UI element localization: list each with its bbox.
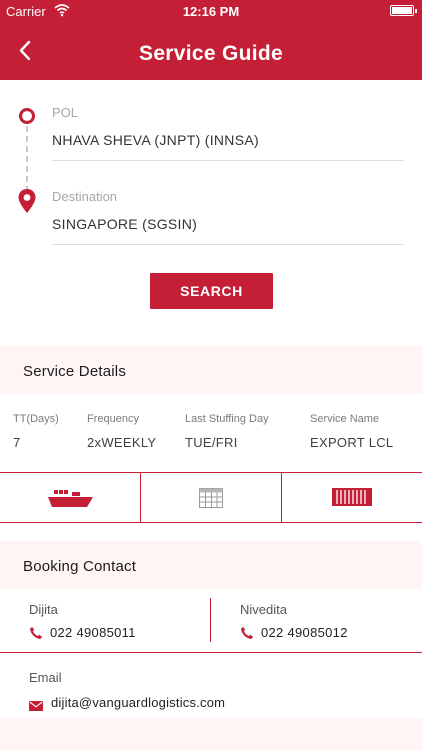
route-connector [26,126,28,192]
contact-phone-link[interactable]: 022 49085012 [261,625,348,640]
battery-icon [390,5,417,16]
frequency-label: Frequency [87,413,139,425]
service-icon-bar [0,473,422,523]
destination-field[interactable]: SINGAPORE (SGSIN) [52,216,197,232]
email-link[interactable]: dijita@vanguardlogistics.com [51,695,225,710]
calendar-grid-icon [199,488,223,513]
divider [0,652,422,653]
contact-divider [210,598,211,642]
location-pin-icon [17,188,37,214]
search-button[interactable]: SEARCH [150,273,273,309]
last-stuffing-day-value: TUE/FRI [185,435,238,450]
tt-days-value: 7 [13,435,21,450]
email-label: Email [29,670,62,685]
tt-days-label: TT(Days) [13,413,59,425]
booking-contact-header: Booking Contact [0,541,422,589]
service-details-title: Service Details [23,363,127,380]
contact-list: Dijita 022 49085011 Nivedita 022 4908501… [0,589,422,651]
ship-icon [48,488,94,513]
contact-phone-link[interactable]: 022 49085011 [50,625,136,640]
origin-dot-icon [19,108,35,124]
booking-contact-title: Booking Contact [23,558,137,575]
mail-icon [29,698,43,711]
app-header: Carrier 12:16 PM Service Guide [0,0,422,80]
status-bar: Carrier 12:16 PM [0,0,422,22]
vessel-tab[interactable] [0,473,140,522]
pol-label: POL [52,105,79,120]
pol-underline [52,160,404,161]
phone-icon [240,626,254,640]
contact-name: Nivedita [240,602,287,617]
service-name-label: Service Name [310,413,380,425]
service-name-value: EXPORT LCL [310,435,394,450]
container-tab[interactable] [282,473,422,522]
phone-icon [29,626,43,640]
service-details-header: Service Details [0,346,422,394]
page-title: Service Guide [139,42,283,65]
container-icon [332,488,372,511]
service-details-table: TT(Days) 7 Frequency 2xWEEKLY Last Stuff… [0,393,422,473]
pol-field[interactable]: NHAVA SHEVA (JNPT) (INNSA) [52,132,259,148]
contact-name: Dijita [29,602,58,617]
destination-underline [52,244,404,245]
last-stuffing-day-label: Last Stuffing Day [185,413,269,425]
frequency-value: 2xWEEKLY [87,435,157,450]
status-time: 12:16 PM [182,4,240,19]
footer-strip [0,718,422,750]
schedule-tab[interactable] [141,473,281,522]
destination-label: Destination [52,189,118,204]
route-form: POL NHAVA SHEVA (JNPT) (INNSA) Destinati… [0,80,422,345]
